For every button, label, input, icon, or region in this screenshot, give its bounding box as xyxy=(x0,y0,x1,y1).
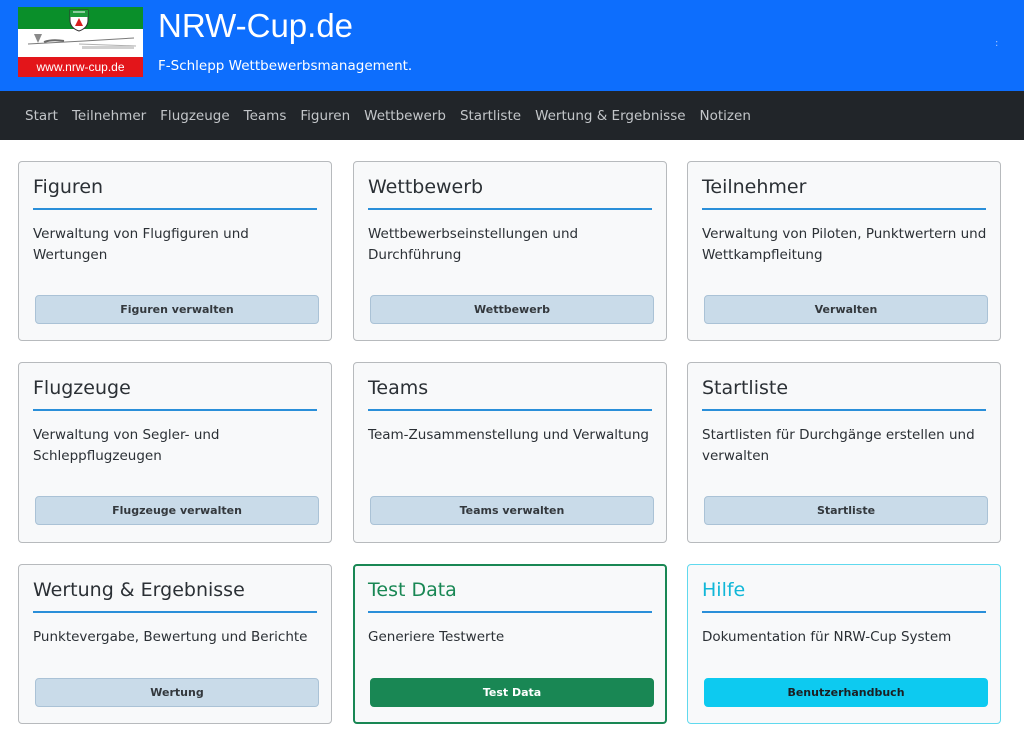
card-flugzeuge: Flugzeuge Verwaltung von Segler- und Sch… xyxy=(18,362,332,543)
card-title: Hilfe xyxy=(702,579,746,601)
card-description: Verwaltung von Piloten, Punktwertern und… xyxy=(702,226,987,263)
startliste-button[interactable]: Startliste xyxy=(704,496,988,525)
card-description: Generiere Testwerte xyxy=(368,629,505,645)
nav-teams[interactable]: Teams xyxy=(244,108,287,124)
card-divider xyxy=(702,611,986,613)
wettbewerb-button[interactable]: Wettbewerb xyxy=(370,295,654,324)
nav-figuren[interactable]: Figuren xyxy=(300,108,350,124)
flugzeuge-verwalten-button[interactable]: Flugzeuge verwalten xyxy=(35,496,319,525)
card-teams: Teams Team-Zusammenstellung und Verwaltu… xyxy=(353,362,667,543)
crest-icon xyxy=(69,9,89,32)
card-wertung-ergebnisse: Wertung & Ergebnisse Punktevergabe, Bewe… xyxy=(18,564,332,724)
glider-icon xyxy=(27,34,137,49)
card-title: Wertung & Ergebnisse xyxy=(33,579,245,601)
card-divider xyxy=(702,208,986,210)
logo-url-text: www.nrw-cup.de xyxy=(36,60,125,74)
card-divider xyxy=(33,409,317,411)
card-startliste: Startliste Startlisten für Durchgänge er… xyxy=(687,362,1001,543)
card-description: Punktevergabe, Bewertung und Berichte xyxy=(33,629,308,645)
site-header: www.nrw-cup.de NRW-Cup.de F-Schlepp Wett… xyxy=(0,0,1024,91)
card-divider xyxy=(368,409,652,411)
test-data-button[interactable]: Test Data xyxy=(370,678,654,707)
card-wettbewerb: Wettbewerb Wettbewerbseinstellungen und … xyxy=(353,161,667,341)
nav-wettbewerb[interactable]: Wettbewerb xyxy=(364,108,446,124)
teilnehmer-verwalten-button[interactable]: Verwalten xyxy=(704,295,988,324)
card-divider xyxy=(368,611,652,613)
card-title: Teilnehmer xyxy=(702,176,807,198)
card-description: Wettbewerbseinstellungen und Durchführun… xyxy=(368,226,579,263)
nav-flugzeuge[interactable]: Flugzeuge xyxy=(160,108,229,124)
card-figuren: Figuren Verwaltung von Flugfiguren und W… xyxy=(18,161,332,341)
card-description: Verwaltung von Segler- und Schleppflugze… xyxy=(33,427,220,464)
card-title: Test Data xyxy=(368,579,457,601)
card-description: Team-Zusammenstellung und Verwaltung xyxy=(368,427,649,443)
card-hilfe: Hilfe Dokumentation für NRW-Cup System B… xyxy=(687,564,1001,724)
card-description: Verwaltung von Flugfiguren und Wertungen xyxy=(33,226,249,263)
main-navigation: Start Teilnehmer Flugzeuge Teams Figuren… xyxy=(0,91,1024,140)
nav-teilnehmer[interactable]: Teilnehmer xyxy=(72,108,146,124)
benutzerhandbuch-button[interactable]: Benutzerhandbuch xyxy=(704,678,988,707)
card-teilnehmer: Teilnehmer Verwaltung von Piloten, Punkt… xyxy=(687,161,1001,341)
card-title: Wettbewerb xyxy=(368,176,484,198)
card-divider xyxy=(702,409,986,411)
site-logo[interactable]: www.nrw-cup.de xyxy=(18,7,143,77)
card-title: Teams xyxy=(368,377,429,399)
card-description: Dokumentation für NRW-Cup System xyxy=(702,629,952,645)
header-menu-dot-icon: : xyxy=(995,38,999,49)
card-description: Startlisten für Durchgänge erstellen und… xyxy=(702,427,975,464)
figuren-verwalten-button[interactable]: Figuren verwalten xyxy=(35,295,319,324)
card-divider xyxy=(33,611,317,613)
nav-startliste[interactable]: Startliste xyxy=(460,108,521,124)
nav-start[interactable]: Start xyxy=(25,108,58,124)
site-title[interactable]: NRW-Cup.de xyxy=(158,7,353,45)
card-divider xyxy=(368,208,652,210)
card-title: Flugzeuge xyxy=(33,377,131,399)
site-subtitle: F-Schlepp Wettbewerbsmanagement. xyxy=(158,58,413,74)
card-test-data: Test Data Generiere Testwerte Test Data xyxy=(353,564,667,724)
wertung-button[interactable]: Wertung xyxy=(35,678,319,707)
nav-wertung-ergebnisse[interactable]: Wertung & Ergebnisse xyxy=(535,108,685,124)
card-title: Figuren xyxy=(33,176,104,198)
card-title: Startliste xyxy=(702,377,789,399)
nav-notizen[interactable]: Notizen xyxy=(700,108,751,124)
teams-verwalten-button[interactable]: Teams verwalten xyxy=(370,496,654,525)
card-divider xyxy=(33,208,317,210)
